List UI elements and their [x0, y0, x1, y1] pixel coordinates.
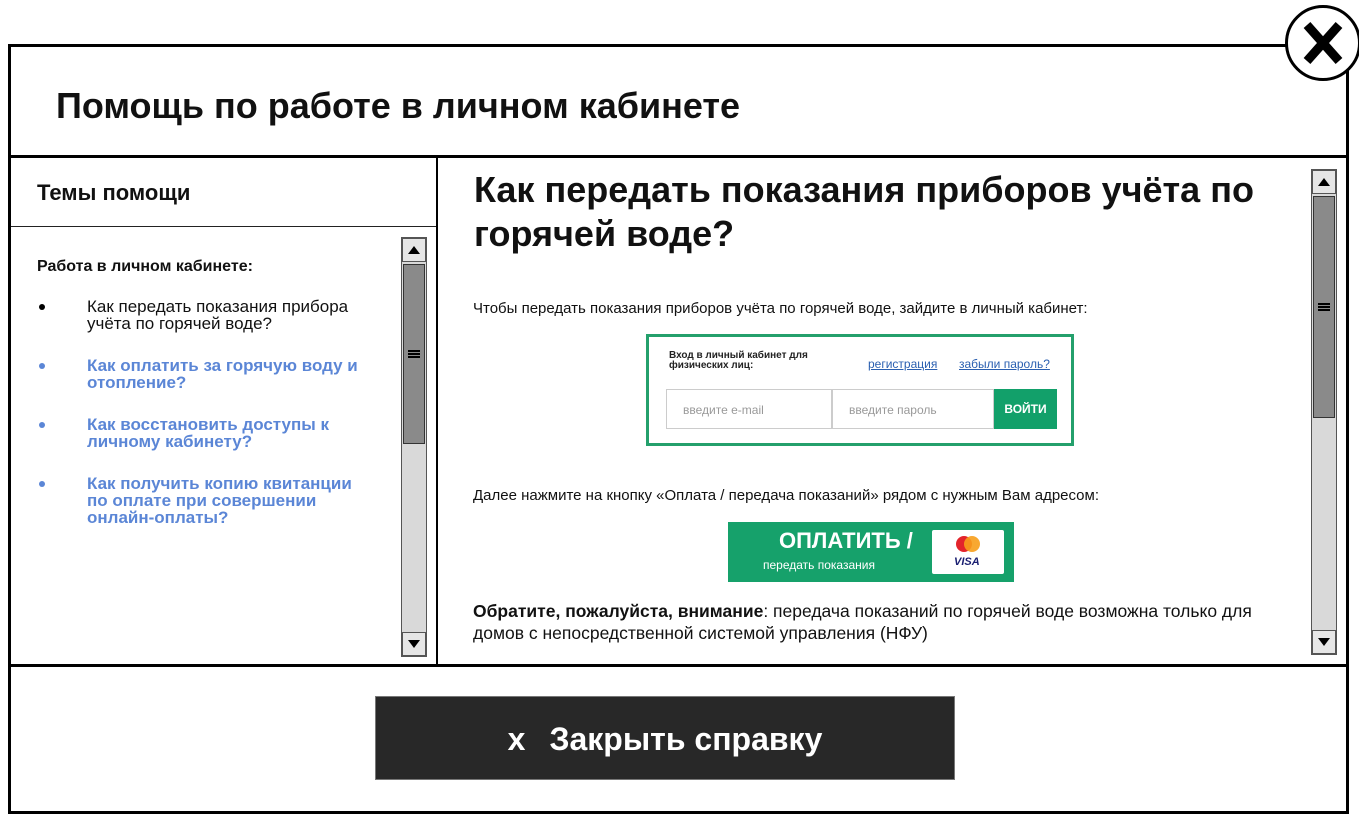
login-button: ВОЙТИ	[994, 389, 1057, 429]
scroll-down-icon[interactable]	[402, 632, 426, 656]
visa-label: VISA	[954, 556, 980, 568]
article-title: Как передать показания приборов учёта по…	[474, 169, 1254, 254]
bullet-icon	[39, 363, 45, 369]
register-link: регистрация	[868, 357, 938, 371]
help-topics-panel: Темы помощи Работа в личном кабинете: Ка…	[11, 158, 438, 664]
bullet-icon	[39, 304, 45, 310]
article-intro: Чтобы передать показания приборов учёта …	[473, 300, 1088, 317]
scroll-thumb[interactable]	[1313, 196, 1335, 418]
dialog-title: Помощь по работе в личном кабинете	[56, 85, 741, 126]
scroll-down-icon[interactable]	[1312, 630, 1336, 654]
help-dialog: Помощь по работе в личном кабинете Темы …	[8, 44, 1349, 814]
help-article: Как передать показания приборов учёта по…	[438, 158, 1337, 664]
mastercard-orange-circle	[964, 536, 980, 552]
login-form-title: Вход в личный кабинет для физических лиц…	[669, 350, 808, 371]
login-form-image: Вход в личный кабинет для физических лиц…	[646, 334, 1074, 446]
email-field: введите e-mail	[666, 389, 832, 429]
article-step2: Далее нажмите на кнопку «Оплата / переда…	[473, 487, 1099, 504]
close-help-button[interactable]: x Закрыть справку	[375, 696, 955, 780]
topic-item-restore-access[interactable]: Как восстановить доступы к личному кабин…	[37, 416, 377, 450]
topics-list-area: Работа в личном кабинете: Как передать п…	[37, 258, 377, 551]
grip-icon	[408, 350, 420, 358]
close-dialog-button[interactable]	[1285, 5, 1359, 81]
pay-button-image: ОПЛАТИТЬ / передать показания VISA	[728, 522, 1014, 582]
pay-button-sub: передать показания	[763, 558, 875, 572]
topics-header: Темы помощи	[11, 158, 436, 227]
password-field: введите пароль	[832, 389, 994, 429]
topic-label: Как получить копию квитанции по оплате п…	[87, 474, 352, 527]
topics-scrollbar[interactable]	[401, 237, 427, 657]
forgot-password-link: забыли пароль?	[959, 357, 1050, 371]
scroll-thumb[interactable]	[403, 264, 425, 444]
bullet-icon	[39, 422, 45, 428]
pay-button-main: ОПЛАТИТЬ /	[779, 528, 913, 553]
dialog-footer: x Закрыть справку	[11, 664, 1346, 817]
topics-heading: Темы помощи	[37, 180, 191, 205]
bullet-icon	[39, 481, 45, 487]
mastercard-visa-icon: VISA	[932, 530, 1004, 574]
close-icon: x	[507, 721, 526, 757]
topic-item-payment[interactable]: Как оплатить за горячую воду и отопление…	[37, 357, 377, 391]
topic-label: Как передать показания прибора учёта по …	[87, 297, 349, 333]
article-note: Обратите, пожалуйста, внимание: передача…	[473, 600, 1273, 644]
close-x-icon	[1303, 22, 1343, 64]
article-scrollbar[interactable]	[1311, 169, 1337, 655]
topics-category: Работа в личном кабинете:	[37, 258, 253, 275]
topic-label: Как оплатить за горячую воду и отопление…	[87, 356, 358, 392]
scroll-up-icon[interactable]	[1312, 170, 1336, 194]
note-bold: Обратите, пожалуйста, внимание	[473, 601, 764, 621]
topic-item-receipt-copy[interactable]: Как получить копию квитанции по оплате п…	[37, 475, 377, 526]
topic-item-meter-readings[interactable]: Как передать показания прибора учёта по …	[37, 298, 377, 332]
scroll-up-icon[interactable]	[402, 238, 426, 262]
topic-label: Как восстановить доступы к личному кабин…	[87, 415, 330, 451]
close-help-label: Закрыть справку	[549, 721, 823, 757]
topics-list: Как передать показания прибора учёта по …	[37, 298, 377, 526]
dialog-header: Помощь по работе в личном кабинете	[11, 47, 1346, 158]
grip-icon	[1318, 303, 1330, 311]
